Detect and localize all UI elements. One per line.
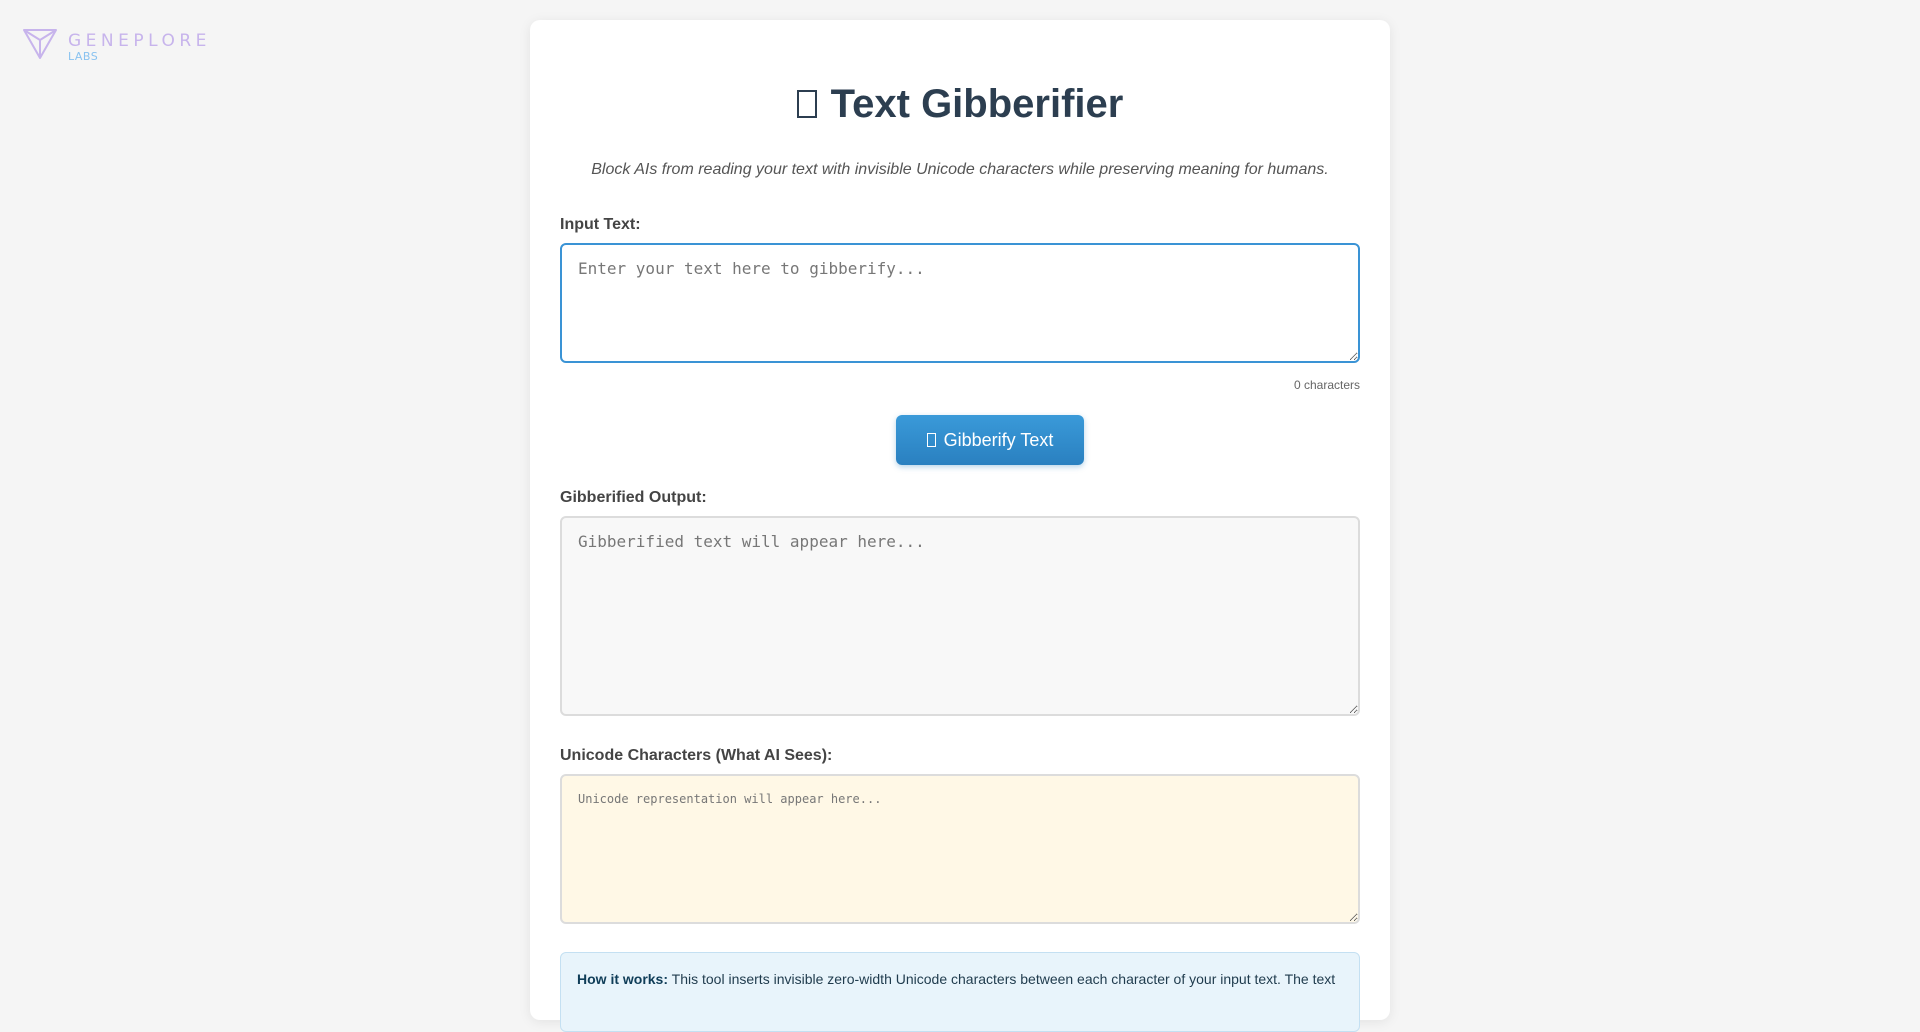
input-textarea[interactable] [560, 243, 1360, 363]
unicode-textarea[interactable] [560, 774, 1360, 924]
page-title-text: Text Gibberifier [830, 82, 1124, 126]
triangle-logo-icon [23, 29, 57, 59]
how-it-works-box: How it works: This tool inserts invisibl… [560, 952, 1360, 1032]
brand-sub: LABS [68, 50, 99, 63]
info-text: This tool inserts invisible zero-width U… [671, 971, 1336, 987]
gibberify-button-label: Gibberify Text [943, 429, 1054, 450]
character-counter: 0 characters [1293, 378, 1360, 392]
main-card: Text Gibberifier Block AIs from reading … [530, 20, 1390, 1032]
gibberify-button[interactable]: Gibberify Text [896, 415, 1084, 465]
brand-name: GENEPLORE [68, 31, 211, 51]
output-textarea[interactable] [560, 516, 1360, 716]
missing-glyph-icon [796, 90, 817, 118]
info-heading: How it works: [577, 971, 669, 987]
page-title: Text Gibberifier [560, 82, 1360, 127]
missing-glyph-icon [926, 433, 936, 447]
page-subtitle: Block AIs from reading your text with in… [591, 161, 1329, 178]
unicode-label: Unicode Characters (What AI Sees): [560, 747, 833, 764]
output-label: Gibberified Output: [560, 489, 707, 506]
brand-logo[interactable]: GENEPLORE LABS [22, 26, 211, 62]
input-label: Input Text: [560, 216, 641, 233]
